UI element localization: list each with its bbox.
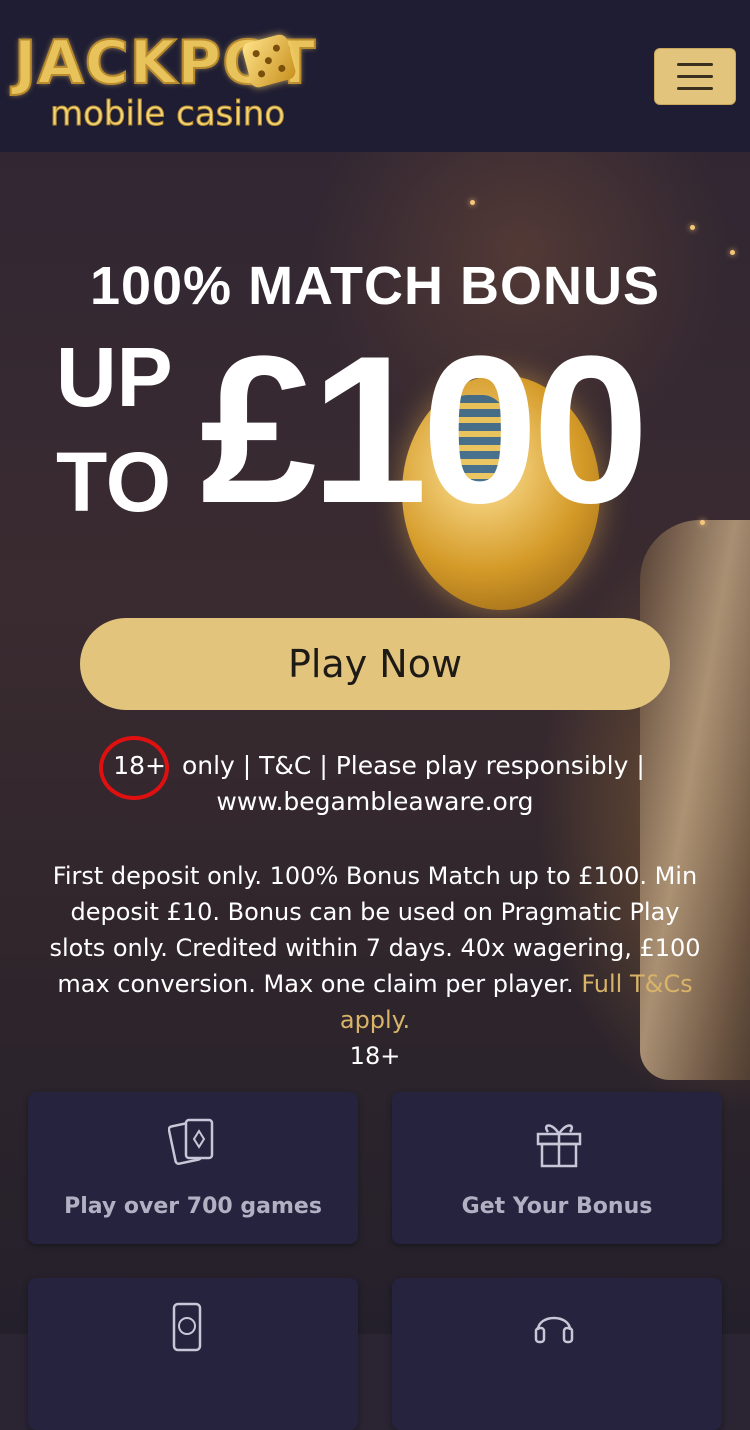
play-now-button[interactable]: Play Now [80, 618, 670, 710]
logo-tagline: mobile casino [49, 94, 286, 135]
bonus-headline: 100% MATCH BONUS [89, 256, 661, 316]
sparkle [470, 200, 475, 205]
begambleaware-link[interactable]: www.begambleaware.org [216, 787, 533, 816]
responsible-gambling-notice: 18+ only | T&C | Please play responsibly… [0, 736, 750, 820]
sparkle [690, 225, 695, 230]
age-restriction-badge: 18+ [99, 736, 174, 800]
bonus-to-text: TO [56, 435, 172, 529]
bonus-terms: First deposit only. 100% Bonus Match up … [40, 858, 710, 1074]
menu-button[interactable] [654, 48, 736, 105]
feature-label: Get Your Bonus [461, 1194, 653, 1219]
terms-age-note: 18+ [349, 1042, 401, 1070]
hamburger-line [677, 75, 713, 78]
feature-label: Play over 700 games [64, 1194, 322, 1219]
gift-icon [536, 1124, 582, 1168]
playing-cards-icon [168, 1118, 214, 1165]
bonus-amount: £100 [200, 312, 649, 547]
sparkle [700, 520, 705, 525]
hamburger-line [677, 87, 713, 90]
site-header: JACKPOT mobile casino [0, 0, 750, 152]
feature-card-support[interactable] [392, 1278, 722, 1430]
jackpot-logo[interactable]: JACKPOT mobile casino [13, 29, 344, 140]
responsible-text: only | T&C | Please play responsibly | [174, 751, 645, 780]
feature-card-bonus[interactable]: Get Your Bonus [392, 1092, 722, 1244]
mobile-payment-icon [172, 1302, 202, 1352]
feature-card-payments[interactable] [28, 1278, 358, 1430]
hamburger-menu-icon [677, 63, 713, 66]
feature-card-games[interactable]: Play over 700 games [28, 1092, 358, 1244]
headset-support-icon [534, 1316, 574, 1344]
bonus-up-text: UP [56, 330, 173, 424]
